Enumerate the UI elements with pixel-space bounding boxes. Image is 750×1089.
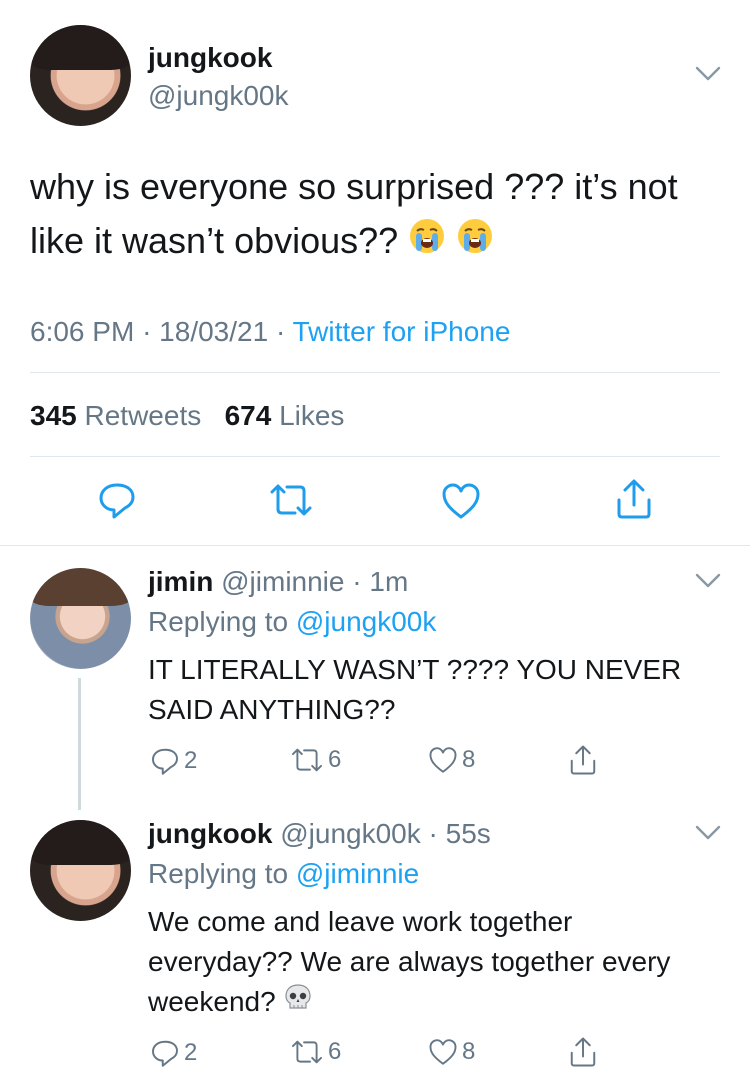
reply-time: 55s [445,818,491,849]
replying-to: Replying to @jiminnie [148,858,419,890]
like-count: 674 [224,400,272,431]
loudly-crying-face-icon [408,216,446,270]
retweet-icon[interactable] [268,482,314,518]
retweet-count: 345 [30,400,77,431]
reply-count: 2 [184,1039,198,1066]
tweet-text-content: why is everyone so surprised ??? it’s no… [30,166,678,261]
tweet-date: 18/03/21 [159,316,269,347]
retweet-label: Retweets [84,400,202,431]
reply-header: jungkook @jungk00k · 55s [148,818,491,849]
like-count: 8 [462,1038,476,1065]
like-count: 8 [462,746,476,773]
separator: · [142,316,152,347]
handle[interactable]: @jiminnie [221,566,344,597]
retweet-count: 6 [328,1038,342,1065]
like-icon[interactable] [441,482,481,520]
retweets-stat[interactable]: 345 Retweets [30,400,209,431]
likes-stat[interactable]: 674 Likes [225,400,345,431]
reply-action[interactable]: 2 [150,1038,197,1068]
reply-action[interactable]: 2 [150,746,197,776]
replying-to-link[interactable]: @jiminnie [296,858,419,889]
chevron-down-icon[interactable] [695,573,721,589]
display-name[interactable]: jungkook [148,818,272,849]
reply-text: We come and leave work together everyday… [148,902,723,1024]
handle[interactable]: @jungk00k [280,818,421,849]
tweet-text: why is everyone so surprised ??? it’s no… [30,160,710,270]
section-divider [0,545,750,546]
divider [30,372,720,373]
divider [30,456,720,457]
retweet-action[interactable]: 6 [290,1038,341,1066]
reply-count: 2 [184,747,198,774]
skull-icon [283,983,313,1024]
share-icon[interactable] [568,1036,598,1068]
avatar[interactable] [30,568,131,669]
retweet-count: 6 [328,746,342,773]
reply-header: jimin @jiminnie · 1m [148,566,409,597]
replying-to-link[interactable]: @jungk00k [296,606,437,637]
chevron-down-icon[interactable] [695,66,721,82]
tweet-stats: 345 Retweets 674 Likes [30,400,344,432]
reply-text-content: We come and leave work together everyday… [148,906,671,1017]
like-action[interactable]: 8 [428,746,475,774]
thread-line [78,678,81,810]
like-icon [429,747,457,773]
share-icon[interactable] [614,478,654,520]
share-icon[interactable] [568,744,598,776]
retweet-action[interactable]: 6 [290,746,341,774]
reply-icon [152,1040,178,1067]
retweet-icon [291,1040,323,1064]
display-name[interactable]: jimin [148,566,213,597]
replying-prefix: Replying to [148,858,289,889]
avatar[interactable] [30,25,131,126]
handle[interactable]: @jungk00k [148,80,289,112]
reply-text: IT LITERALLY WASN’T ???? YOU NEVER SAID … [148,654,682,725]
chevron-down-icon[interactable] [695,825,721,841]
separator: · [275,316,286,347]
tweet-time: 6:06 PM [30,316,135,347]
reply-time: 1m [369,566,409,597]
like-label: Likes [279,400,345,431]
tweet-source-link[interactable]: Twitter for iPhone [293,316,511,347]
avatar[interactable] [30,820,131,921]
loudly-crying-face-icon [456,216,494,270]
tweet-meta: 6:06 PM · 18/03/21 · Twitter for iPhone [30,316,510,348]
retweet-icon [291,748,323,772]
reply-icon[interactable] [97,480,137,520]
like-action[interactable]: 8 [428,1038,475,1066]
replying-prefix: Replying to [148,606,289,637]
display-name[interactable]: jungkook [148,42,272,74]
replying-to: Replying to @jungk00k [148,606,436,638]
like-icon [429,1039,457,1065]
reply-icon [152,748,178,775]
